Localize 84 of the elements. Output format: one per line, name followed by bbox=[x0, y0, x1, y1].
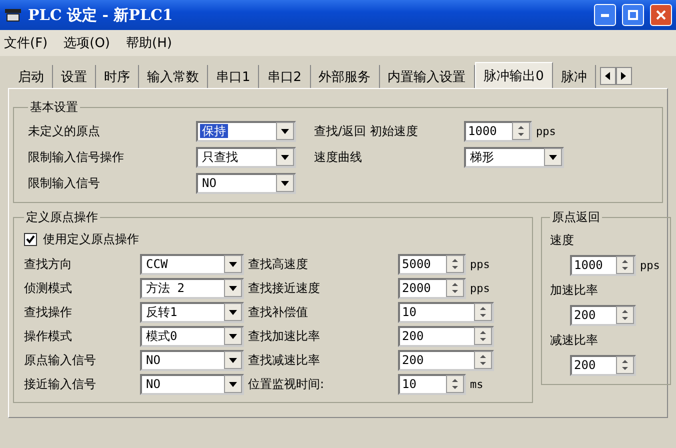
app-icon bbox=[4, 7, 22, 23]
field-label: 减速比率 bbox=[550, 332, 598, 348]
spin-buttons-icon[interactable] bbox=[616, 356, 634, 374]
spin-field[interactable]: 10 bbox=[398, 374, 466, 394]
unit-label: pps bbox=[470, 282, 490, 294]
dropdown[interactable]: 模式0 bbox=[140, 326, 244, 346]
field-label: 限制输入信号 bbox=[28, 174, 100, 192]
spin-field[interactable]: 10 bbox=[398, 302, 494, 322]
checkbox[interactable] bbox=[24, 232, 37, 246]
maximize-button[interactable] bbox=[622, 4, 644, 26]
window-title: PLC 设定 - 新PLC1 bbox=[28, 6, 174, 24]
spin-buttons-icon[interactable] bbox=[446, 375, 464, 393]
field-label: 原点输入信号 bbox=[24, 352, 96, 368]
dropdown-arrow-icon bbox=[229, 262, 237, 266]
dropdown-arrow-icon bbox=[281, 128, 289, 134]
field-label: 查找减速比率 bbox=[248, 352, 320, 368]
unit-label: pps bbox=[470, 258, 490, 270]
field-label: 查找加速比率 bbox=[248, 328, 320, 344]
spin-buttons-icon[interactable] bbox=[616, 306, 634, 324]
dropdown[interactable]: NO bbox=[196, 172, 296, 194]
field-label: 加速比率 bbox=[550, 282, 598, 298]
tab[interactable]: 脉冲输出0 bbox=[474, 62, 553, 88]
dropdown[interactable]: 保持 bbox=[196, 120, 296, 142]
spin-buttons-icon[interactable] bbox=[474, 351, 492, 369]
field-label: 查找方向 bbox=[24, 256, 72, 272]
menu-item[interactable]: 帮助(H) bbox=[126, 34, 172, 52]
menu-item[interactable]: 文件(F) bbox=[4, 34, 48, 52]
dropdown[interactable]: 方法 2 bbox=[140, 278, 244, 298]
unit-label: ms bbox=[470, 378, 484, 390]
field-label: 查找操作 bbox=[24, 304, 72, 320]
scroll-left-icon[interactable] bbox=[600, 67, 616, 85]
unit-label: pps bbox=[640, 258, 660, 272]
spin-buttons-icon[interactable] bbox=[446, 255, 464, 273]
dropdown-arrow-icon bbox=[229, 358, 237, 362]
close-icon bbox=[656, 10, 666, 20]
spin-field[interactable]: 1000 bbox=[464, 120, 532, 142]
dropdown-arrow-icon bbox=[229, 310, 237, 314]
group-title: 原点返回 bbox=[551, 209, 601, 226]
spin-field[interactable]: 200 bbox=[570, 304, 636, 326]
spin-buttons-icon[interactable] bbox=[474, 327, 492, 345]
dropdown-arrow-icon bbox=[549, 154, 557, 160]
dropdown-arrow-icon bbox=[229, 286, 237, 290]
field-label: 速度曲线 bbox=[314, 148, 362, 166]
field-label: 操作模式 bbox=[24, 328, 72, 344]
dropdown[interactable]: 反转1 bbox=[140, 302, 244, 322]
dropdown-arrow-icon bbox=[229, 334, 237, 338]
dropdown-arrow-icon bbox=[281, 154, 289, 160]
spin-field[interactable]: 200 bbox=[398, 326, 494, 346]
spin-buttons-icon[interactable] bbox=[512, 122, 530, 140]
field-label: 限制输入信号操作 bbox=[28, 148, 124, 166]
field-label: 侦测模式 bbox=[24, 280, 72, 296]
field-label: 查找高速度 bbox=[248, 256, 308, 272]
maximize-icon bbox=[628, 10, 638, 20]
field-label: 查找补偿值 bbox=[248, 304, 308, 320]
scroll-right-icon[interactable] bbox=[616, 67, 632, 85]
field-label: 未定义的原点 bbox=[28, 122, 100, 140]
close-button[interactable] bbox=[650, 4, 672, 26]
dropdown-arrow-icon bbox=[281, 180, 289, 186]
group-title: 定义原点操作 bbox=[25, 209, 99, 226]
spin-field[interactable]: 200 bbox=[570, 354, 636, 376]
unit-label: pps bbox=[536, 124, 556, 138]
field-label: 速度 bbox=[550, 232, 574, 248]
field-label: 查找接近速度 bbox=[248, 280, 320, 296]
field-label: 位置监视时间: bbox=[248, 376, 324, 392]
spin-field[interactable]: 200 bbox=[398, 350, 494, 370]
spin-buttons-icon[interactable] bbox=[474, 303, 492, 321]
group-title: 基本设置 bbox=[29, 99, 79, 116]
spin-buttons-icon[interactable] bbox=[616, 256, 634, 274]
spin-field[interactable]: 5000 bbox=[398, 254, 466, 274]
dropdown[interactable]: NO bbox=[140, 374, 244, 394]
dropdown[interactable]: CCW bbox=[140, 254, 244, 274]
checkbox-label: 使用定义原点操作 bbox=[43, 230, 139, 248]
spin-buttons-icon[interactable] bbox=[446, 279, 464, 297]
dropdown-arrow-icon bbox=[229, 382, 237, 386]
minimize-icon bbox=[601, 14, 609, 16]
menu-item[interactable]: 选项(O) bbox=[64, 34, 110, 52]
field-label: 接近输入信号 bbox=[24, 376, 96, 392]
minimize-button[interactable] bbox=[594, 4, 616, 26]
spin-field[interactable]: 2000 bbox=[398, 278, 466, 298]
dropdown[interactable]: NO bbox=[140, 350, 244, 370]
dropdown[interactable]: 只查找 bbox=[196, 146, 296, 168]
dropdown[interactable]: 梯形 bbox=[464, 146, 564, 168]
spin-field[interactable]: 1000 bbox=[570, 254, 636, 276]
field-label: 查找/返回 初始速度 bbox=[314, 122, 418, 140]
